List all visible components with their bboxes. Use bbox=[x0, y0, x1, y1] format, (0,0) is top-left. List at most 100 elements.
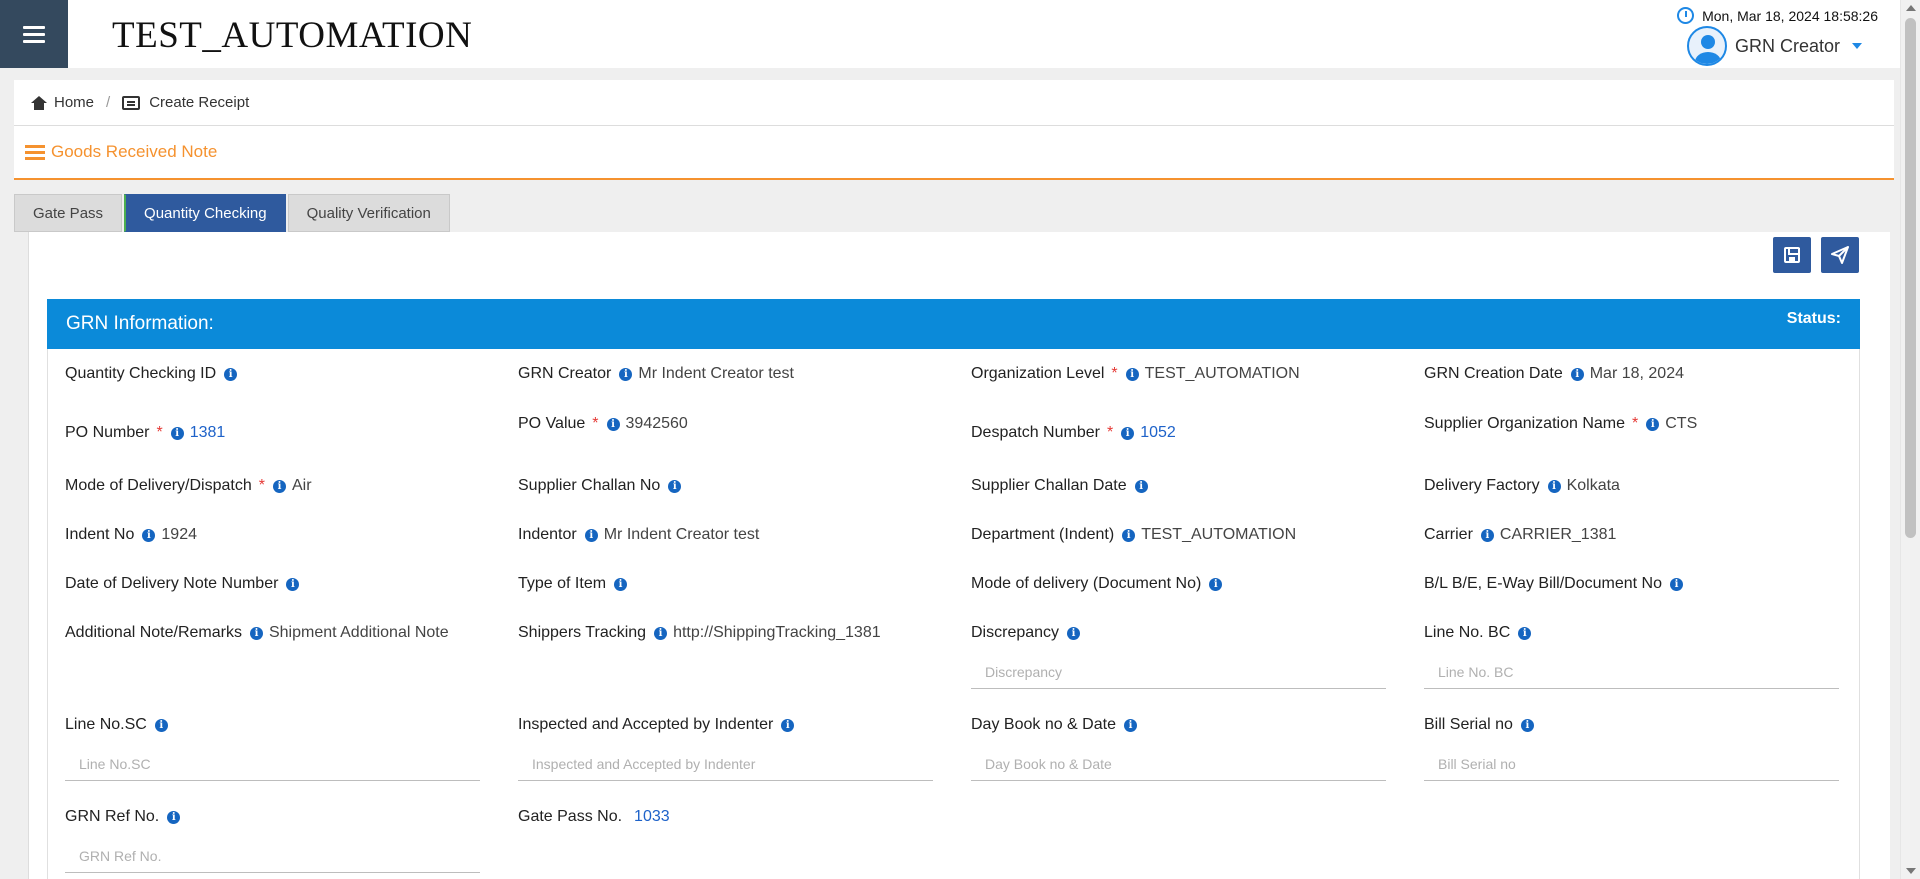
status-label: Status: bbox=[1786, 310, 1841, 327]
submit-button[interactable] bbox=[1821, 237, 1859, 273]
info-icon[interactable]: i bbox=[1122, 528, 1136, 542]
field-supplier-challan-date: Supplier Challan Date i bbox=[971, 477, 1154, 495]
vertical-scrollbar[interactable] bbox=[1900, 0, 1920, 879]
discrepancy-input[interactable] bbox=[971, 655, 1386, 689]
info-icon[interactable]: i bbox=[1547, 479, 1561, 493]
info-icon[interactable]: i bbox=[614, 577, 628, 591]
info-icon[interactable]: i bbox=[1646, 417, 1660, 431]
field-shippers-tracking: Shippers Tracking i http://ShippingTrack… bbox=[518, 624, 881, 641]
info-icon[interactable]: i bbox=[1123, 718, 1137, 732]
field-indent-no: Indent No i 1924 bbox=[65, 526, 197, 543]
info-icon[interactable]: i bbox=[606, 417, 620, 431]
breadcrumb-home[interactable]: Home bbox=[54, 94, 94, 111]
field-supplier-challan-no: Supplier Challan No i bbox=[518, 477, 687, 495]
bill-serial-input[interactable] bbox=[1424, 747, 1839, 781]
tab-quantity-checking[interactable]: Quantity Checking bbox=[124, 194, 286, 232]
field-mode-of-delivery-document: Mode of delivery (Document No) i bbox=[971, 575, 1228, 593]
info-icon[interactable]: i bbox=[1209, 577, 1223, 591]
field-date-of-delivery-note: Date of Delivery Note Number i bbox=[65, 575, 305, 593]
field-bill-serial: Bill Serial no i bbox=[1424, 716, 1540, 734]
field-po-number: PO Number * i 1381 bbox=[65, 424, 226, 441]
tab-gate-pass[interactable]: Gate Pass bbox=[14, 194, 123, 232]
info-icon[interactable]: i bbox=[1670, 577, 1683, 591]
grn-information-header: GRN Information: Status: bbox=[47, 299, 1860, 349]
field-grn-creator: GRN Creator i Mr Indent Creator test bbox=[518, 365, 794, 382]
scroll-up-icon[interactable] bbox=[1906, 5, 1916, 11]
breadcrumb: Home / Create Receipt bbox=[14, 80, 1894, 126]
line-no-sc-input[interactable] bbox=[65, 747, 480, 781]
panel-heading: Goods Received Note bbox=[14, 126, 1894, 180]
info-icon[interactable]: i bbox=[170, 426, 184, 440]
info-icon[interactable]: i bbox=[1067, 626, 1081, 640]
info-icon[interactable]: i bbox=[224, 367, 238, 381]
field-department-indent: Department (Indent) i TEST_AUTOMATION bbox=[971, 526, 1297, 543]
user-role: GRN Creator bbox=[1734, 35, 1840, 56]
receipt-icon bbox=[122, 95, 141, 110]
field-delivery-factory: Delivery Factory i Kolkata bbox=[1424, 477, 1620, 494]
field-gate-pass-no: Gate Pass No. 1033 bbox=[518, 808, 670, 825]
user-menu[interactable]: GRN Creator bbox=[1686, 26, 1862, 66]
scroll-down-icon[interactable] bbox=[1906, 868, 1916, 874]
info-icon[interactable]: i bbox=[668, 479, 682, 493]
hamburger-icon bbox=[23, 22, 45, 47]
field-bl-be-eway-bill: B/L B/E, E-Way Bill/Document No i bbox=[1424, 575, 1689, 593]
app-title: TEST_AUTOMATION bbox=[112, 15, 473, 56]
tab-bar: Gate Pass Quantity Checking Quality Veri… bbox=[14, 194, 450, 232]
breadcrumb-separator: / bbox=[106, 94, 111, 111]
field-grn-creation-date: GRN Creation Date i Mar 18, 2024 bbox=[1424, 365, 1684, 382]
field-organization-level: Organization Level * i TEST_AUTOMATION bbox=[971, 365, 1300, 382]
field-line-no-bc: Line No. BC i bbox=[1424, 624, 1537, 642]
field-line-no-sc: Line No.SC i bbox=[65, 716, 174, 734]
save-button[interactable] bbox=[1773, 237, 1811, 273]
info-icon[interactable]: i bbox=[167, 810, 181, 824]
info-icon[interactable]: i bbox=[1570, 367, 1584, 381]
inspected-accepted-input[interactable] bbox=[518, 747, 933, 781]
send-icon bbox=[1831, 246, 1849, 264]
info-icon[interactable]: i bbox=[781, 718, 795, 732]
field-despatch-number: Despatch Number * i 1052 bbox=[971, 424, 1176, 441]
info-icon[interactable]: i bbox=[1518, 626, 1532, 640]
info-icon[interactable]: i bbox=[142, 528, 156, 542]
info-icon[interactable]: i bbox=[619, 367, 633, 381]
info-icon[interactable]: i bbox=[249, 626, 263, 640]
info-icon[interactable]: i bbox=[286, 577, 300, 591]
datetime-text: Mon, Mar 18, 2024 18:58:26 bbox=[1702, 7, 1878, 24]
caret-down-icon bbox=[1852, 43, 1862, 49]
field-discrepancy: Discrepancy i bbox=[971, 624, 1086, 642]
day-book-input[interactable] bbox=[971, 747, 1386, 781]
info-icon[interactable]: i bbox=[1520, 718, 1534, 732]
datetime: Mon, Mar 18, 2024 18:58:26 bbox=[1677, 7, 1878, 24]
info-icon[interactable]: i bbox=[584, 528, 598, 542]
field-indentor: Indentor i Mr Indent Creator test bbox=[518, 526, 760, 543]
list-icon bbox=[25, 144, 45, 160]
top-bar: TEST_AUTOMATION Mon, Mar 18, 2024 18:58:… bbox=[0, 0, 1900, 68]
field-po-value: PO Value * i 3942560 bbox=[518, 415, 688, 432]
info-icon[interactable]: i bbox=[1134, 479, 1148, 493]
field-type-of-item: Type of Item i bbox=[518, 575, 633, 593]
info-icon[interactable]: i bbox=[272, 479, 286, 493]
field-day-book: Day Book no & Date i bbox=[971, 716, 1143, 734]
save-icon bbox=[1784, 247, 1800, 263]
breadcrumb-current: Create Receipt bbox=[149, 94, 250, 111]
field-grn-ref-no: GRN Ref No. i bbox=[65, 808, 186, 826]
hamburger-menu-button[interactable] bbox=[0, 0, 68, 68]
line-no-bc-input[interactable] bbox=[1424, 655, 1839, 689]
scrollbar-thumb[interactable] bbox=[1905, 18, 1916, 538]
field-quantity-checking-id: Quantity Checking ID i bbox=[65, 365, 243, 383]
home-icon bbox=[31, 95, 47, 110]
info-icon[interactable]: i bbox=[654, 626, 668, 640]
panel-heading-text: Goods Received Note bbox=[51, 142, 218, 161]
field-carrier: Carrier i CARRIER_1381 bbox=[1424, 526, 1617, 543]
info-icon[interactable]: i bbox=[1125, 367, 1139, 381]
field-inspected-accepted: Inspected and Accepted by Indenter i bbox=[518, 716, 800, 734]
clock-icon bbox=[1677, 7, 1695, 24]
avatar bbox=[1686, 26, 1727, 66]
field-mode-of-delivery: Mode of Delivery/Dispatch * i Air bbox=[65, 477, 312, 494]
section-title: GRN Information: bbox=[66, 313, 214, 334]
tab-quality-verification[interactable]: Quality Verification bbox=[287, 194, 450, 232]
info-icon[interactable]: i bbox=[1121, 426, 1135, 440]
info-icon[interactable]: i bbox=[154, 718, 168, 732]
grn-ref-no-input[interactable] bbox=[65, 839, 480, 873]
info-icon[interactable]: i bbox=[1480, 528, 1494, 542]
field-additional-note: Additional Note/Remarks i Shipment Addit… bbox=[65, 624, 449, 641]
